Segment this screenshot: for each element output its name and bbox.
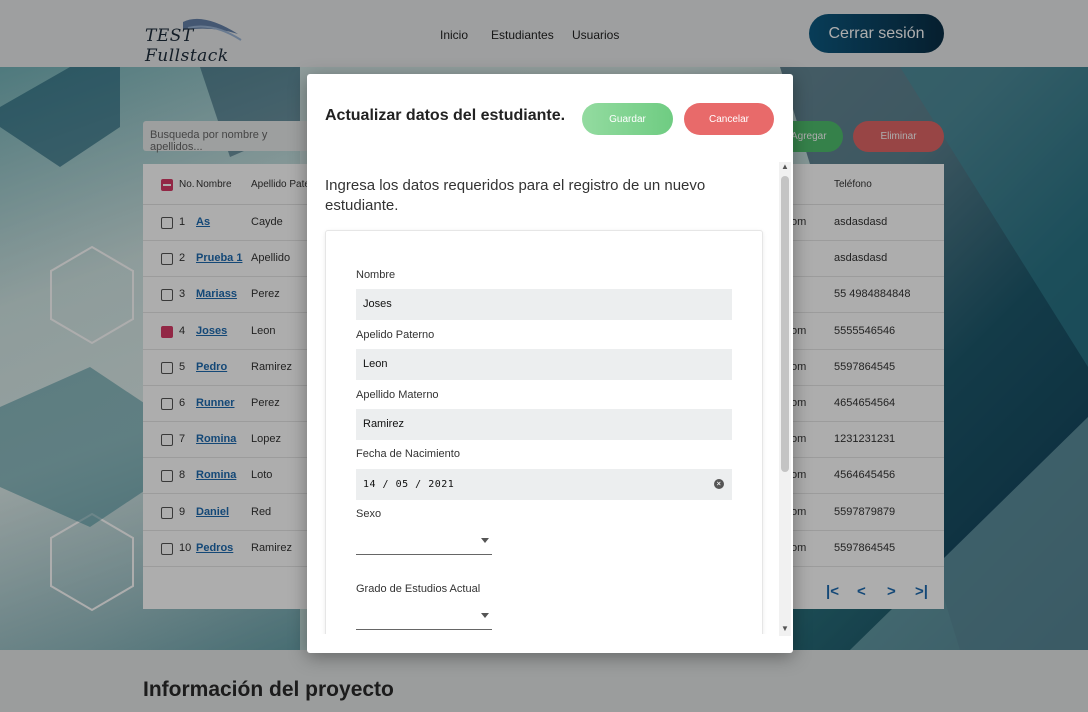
clear-date-icon[interactable]: × — [714, 479, 724, 489]
chevron-down-icon — [481, 538, 489, 543]
grado-estudios-select[interactable] — [356, 603, 492, 630]
apellido-materno-field[interactable]: Ramirez — [356, 409, 732, 440]
scroll-down-icon[interactable]: ▼ — [781, 624, 789, 633]
nombre-field[interactable]: Joses — [356, 289, 732, 320]
scroll-thumb[interactable] — [781, 176, 789, 472]
sexo-select[interactable] — [356, 528, 492, 555]
form-card: Nombre Joses Apelido Paterno Leon Apelli… — [325, 230, 763, 634]
fecha-nacimiento-field[interactable]: 14 / 05 / 2021 × — [356, 469, 732, 500]
nombre-label: Nombre — [356, 269, 396, 281]
fecha-nacimiento-value: 14 / 05 / 2021 — [363, 479, 455, 490]
apellido-paterno-label: Apelido Paterno — [356, 329, 435, 341]
apellido-materno-label: Apellido Materno — [356, 389, 439, 401]
chevron-down-icon — [481, 613, 489, 618]
save-button[interactable]: Guardar — [582, 103, 673, 135]
sexo-label: Sexo — [356, 508, 382, 520]
apellido-paterno-field[interactable]: Leon — [356, 349, 732, 380]
cancel-button[interactable]: Cancelar — [684, 103, 774, 135]
dialog-scrollbar[interactable]: ▲ ▼ — [779, 162, 791, 636]
fecha-nacimiento-label: Fecha de Nacimiento — [356, 448, 460, 460]
dialog-body[interactable]: Ingresa los datos requeridos para el reg… — [307, 162, 793, 634]
dialog-subtitle: Ingresa los datos requeridos para el reg… — [325, 177, 706, 214]
dialog-title: Actualizar datos del estudiante. — [325, 107, 566, 124]
grado-estudios-label: Grado de Estudios Actual — [356, 583, 481, 595]
edit-student-dialog: Actualizar datos del estudiante. Guardar… — [307, 74, 793, 653]
scroll-up-icon[interactable]: ▲ — [781, 162, 789, 171]
